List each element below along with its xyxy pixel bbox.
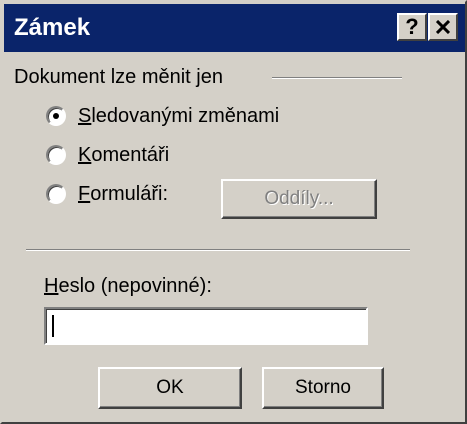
close-button[interactable] xyxy=(428,13,458,41)
radio-button[interactable] xyxy=(46,184,66,204)
window-title: Zámek xyxy=(14,14,91,41)
radio-label-comments: Komentáři xyxy=(78,143,170,166)
radio-button-checked[interactable] xyxy=(46,106,66,126)
radio-forms[interactable]: Formuláři: xyxy=(46,179,168,209)
cancel-button[interactable]: Storno xyxy=(262,367,384,409)
title-bar[interactable]: Zámek ? xyxy=(4,4,465,52)
ok-button[interactable]: OK xyxy=(98,367,242,409)
radio-label-tracked-changes: Sledovanými změnami xyxy=(78,104,280,127)
question-mark-icon: ? xyxy=(405,14,419,39)
password-label: Heslo (nepovinné): xyxy=(44,275,212,297)
lock-dialog: Zámek ? Dokument lze měnit jen Sledovaný… xyxy=(0,0,467,424)
radio-comments[interactable]: Komentáři xyxy=(46,140,169,170)
radio-button[interactable] xyxy=(46,145,66,165)
text-caret xyxy=(52,315,54,337)
group-separator xyxy=(272,77,402,79)
help-button[interactable]: ? xyxy=(397,13,427,41)
divider xyxy=(26,249,410,251)
radio-label-forms: Formuláři: xyxy=(78,182,169,205)
close-icon xyxy=(436,20,450,34)
password-input[interactable] xyxy=(44,307,368,345)
radio-tracked-changes[interactable]: Sledovanými změnami xyxy=(46,101,279,131)
sections-button[interactable]: Oddíly... xyxy=(221,179,377,219)
protection-group-label: Dokument lze měnit jen xyxy=(14,66,223,88)
